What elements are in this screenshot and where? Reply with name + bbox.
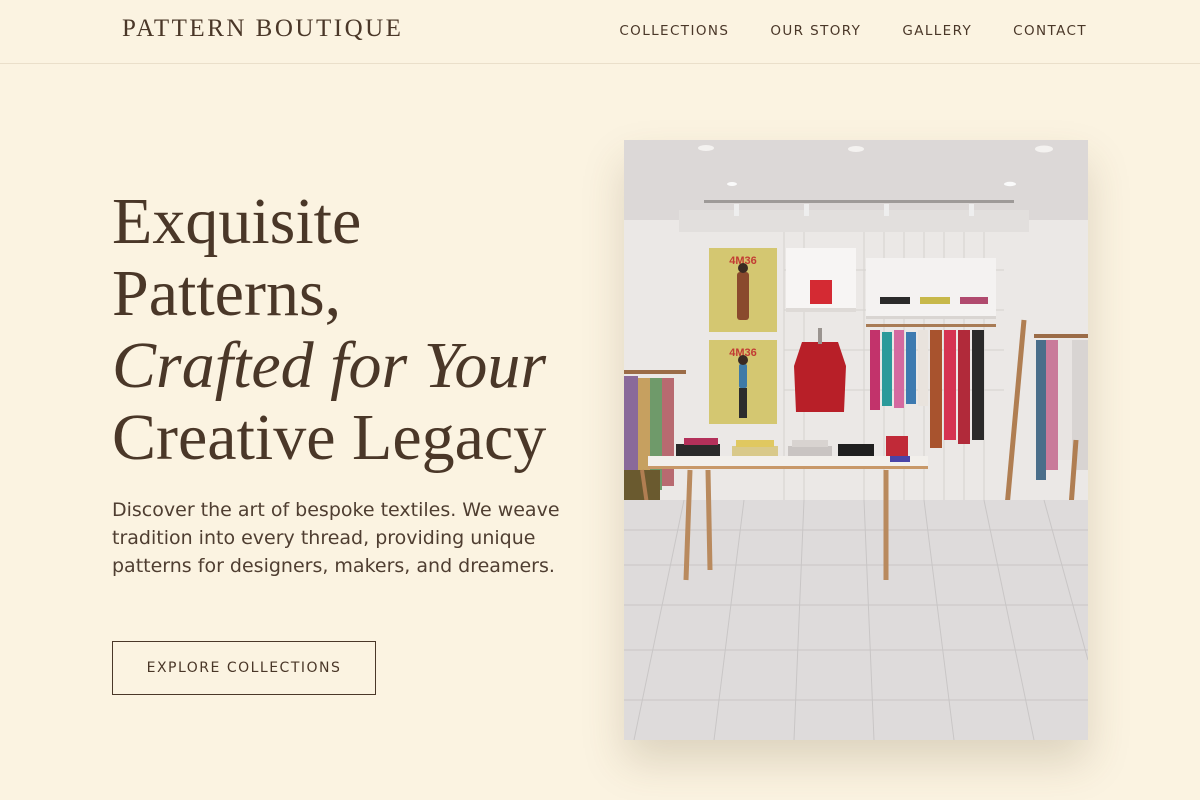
nav-link-contact[interactable]: CONTACT — [1013, 23, 1087, 39]
nav-item-gallery: GALLERY — [902, 22, 972, 40]
nav-item-contact: CONTACT — [1013, 22, 1087, 40]
hero-title: Exquisite Patterns, Crafted for Your Cre… — [112, 186, 546, 474]
nav-link-our-story[interactable]: OUR STORY — [770, 23, 861, 39]
hero-title-line-4: Creative Legacy — [112, 401, 547, 474]
nav-item-our-story: OUR STORY — [770, 22, 861, 40]
brand-logo[interactable]: PATTERN BOUTIQUE — [122, 15, 403, 43]
main-nav: COLLECTIONS OUR STORY GALLERY CONTACT — [619, 22, 1087, 40]
hero-title-line-1: Exquisite — [112, 185, 362, 258]
hero-title-line-3: Crafted for Your — [112, 329, 547, 402]
explore-collections-button[interactable]: EXPLORE COLLECTIONS — [112, 641, 376, 695]
nav-item-collections: COLLECTIONS — [619, 22, 729, 40]
nav-link-gallery[interactable]: GALLERY — [902, 23, 972, 39]
hero-title-line-2: Patterns, — [112, 257, 342, 330]
site-header: PATTERN BOUTIQUE COLLECTIONS OUR STORY G… — [0, 0, 1200, 64]
nav-link-collections[interactable]: COLLECTIONS — [619, 23, 729, 39]
hero-store-photo: 4M36 4M36 — [624, 140, 1088, 740]
store-interior-illustration: 4M36 4M36 — [624, 140, 1088, 740]
hero-description: Discover the art of bespoke textiles. We… — [112, 499, 560, 577]
